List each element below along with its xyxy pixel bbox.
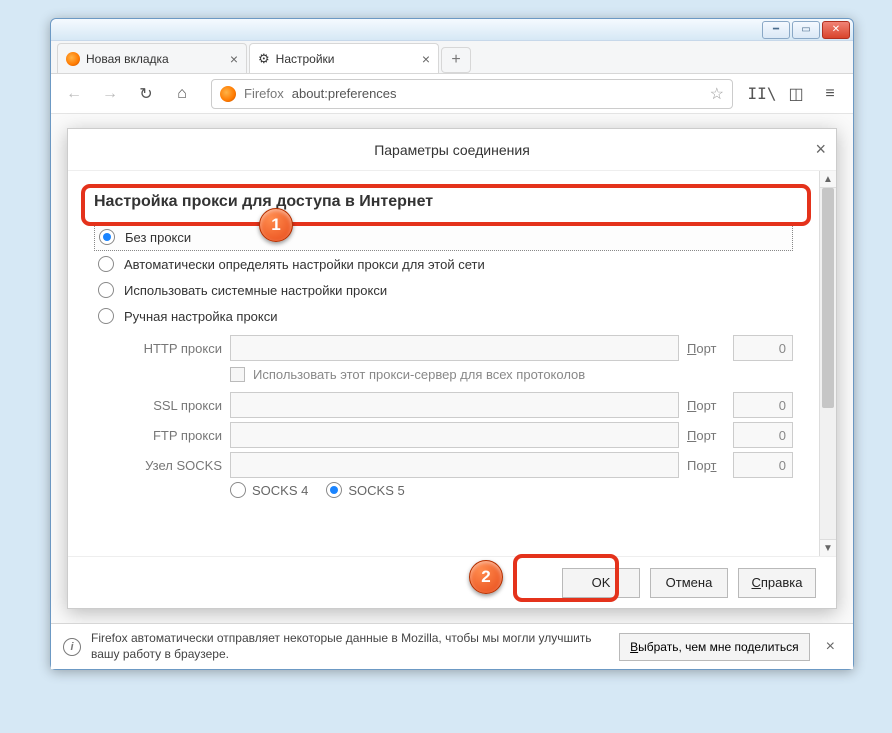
socks-proxy-input[interactable] [230, 452, 679, 478]
dialog-close-icon[interactable]: × [815, 139, 826, 160]
radio-icon[interactable] [98, 308, 114, 324]
use-for-all-row[interactable]: Использовать этот прокси-сервер для всех… [230, 367, 793, 382]
radio-socks5[interactable]: SOCKS 5 [326, 482, 404, 498]
ssl-label: SSL прокси [94, 398, 222, 413]
back-button[interactable]: ← [59, 79, 89, 109]
url-text: about:preferences [292, 86, 397, 101]
reload-button[interactable]: ↻ [131, 79, 161, 109]
radio-auto-detect[interactable]: Автоматически определять настройки прокс… [94, 251, 793, 277]
radio-system-proxy[interactable]: Использовать системные настройки прокси [94, 277, 793, 303]
dialog-header: Параметры соединения × [68, 129, 836, 171]
http-label: HTTP прокси [94, 341, 222, 356]
minimize-button[interactable]: ━ [762, 21, 790, 39]
tab-close-icon[interactable]: × [230, 51, 238, 67]
home-button[interactable]: ⌂ [167, 79, 197, 109]
checkbox-icon[interactable] [230, 367, 245, 382]
notification-text: Firefox автоматически отправляет некотор… [91, 631, 609, 662]
info-icon: i [63, 638, 81, 656]
ssl-proxy-row: SSL прокси Порт [94, 392, 793, 418]
radio-icon[interactable] [98, 282, 114, 298]
radio-label: Автоматически определять настройки прокс… [124, 257, 485, 272]
annotation-badge-1: 1 [259, 208, 293, 242]
connection-settings-dialog: Параметры соединения × Настройка прокси … [67, 128, 837, 609]
ftp-port-input[interactable] [733, 422, 793, 448]
os-titlebar: ━ ▭ ✕ [51, 19, 853, 41]
radio-label: Без прокси [125, 230, 191, 245]
browser-window: ━ ▭ ✕ Новая вкладка × Настройки × + ← → … [50, 18, 854, 670]
nav-toolbar: ← → ↻ ⌂ Firefox about:preferences ☆ II\ … [51, 74, 853, 114]
notification-choose-button[interactable]: Выбрать, чем мне поделиться [619, 633, 810, 661]
scroll-thumb[interactable] [822, 188, 834, 408]
ssl-port-input[interactable] [733, 392, 793, 418]
radio-icon[interactable] [326, 482, 342, 498]
radio-label: SOCKS 5 [348, 483, 404, 498]
port-label: Порт [687, 428, 725, 443]
ftp-proxy-input[interactable] [230, 422, 679, 448]
menu-button[interactable]: ≡ [815, 79, 845, 109]
radio-icon[interactable] [230, 482, 246, 498]
dialog-body: Настройка прокси для доступа в Интернет … [68, 171, 836, 556]
help-button[interactable]: Справка [738, 568, 816, 598]
radio-label: SOCKS 4 [252, 483, 308, 498]
http-proxy-input[interactable] [230, 335, 679, 361]
forward-button[interactable]: → [95, 79, 125, 109]
socks-port-input[interactable] [733, 452, 793, 478]
dialog-title: Параметры соединения [374, 142, 530, 158]
radio-label: Использовать системные настройки прокси [124, 283, 387, 298]
cancel-button[interactable]: Отмена [650, 568, 728, 598]
section-title: Настройка прокси для доступа в Интернет [94, 193, 793, 211]
tab-new-tab[interactable]: Новая вкладка × [57, 43, 247, 73]
port-label: Порт [687, 458, 725, 473]
dialog-scrollbar[interactable]: ▲ ▼ [819, 171, 836, 556]
scroll-down-icon[interactable]: ▼ [820, 539, 836, 556]
content-area: Параметры соединения × Настройка прокси … [51, 114, 853, 623]
socks-proxy-row: Узел SOCKS Порт [94, 452, 793, 478]
socks-version-row: SOCKS 4 SOCKS 5 [230, 482, 793, 498]
notification-bar: i Firefox автоматически отправляет некот… [51, 623, 853, 669]
dialog-scroll-area: Настройка прокси для доступа в Интернет … [68, 171, 819, 556]
radio-no-proxy[interactable]: Без прокси [94, 223, 793, 251]
ftp-label: FTP прокси [94, 428, 222, 443]
dialog-footer: OK Отмена Справка [68, 556, 836, 608]
port-label: Порт [687, 341, 725, 356]
annotation-badge-2: 2 [469, 560, 503, 594]
checkbox-label: Использовать этот прокси-сервер для всех… [253, 367, 585, 382]
window-close-button[interactable]: ✕ [822, 21, 850, 39]
gear-icon [258, 51, 270, 67]
firefox-icon [220, 86, 236, 102]
new-tab-button[interactable]: + [441, 47, 471, 73]
socks-label: Узел SOCKS [94, 458, 222, 473]
radio-socks4[interactable]: SOCKS 4 [230, 482, 308, 498]
tab-label: Настройки [276, 52, 335, 66]
ftp-proxy-row: FTP прокси Порт [94, 422, 793, 448]
notification-close-icon[interactable]: × [820, 634, 841, 660]
ssl-proxy-input[interactable] [230, 392, 679, 418]
firefox-icon [66, 52, 80, 66]
radio-icon[interactable] [99, 229, 115, 245]
radio-label: Ручная настройка прокси [124, 309, 278, 324]
address-bar[interactable]: Firefox about:preferences ☆ [211, 79, 733, 109]
proxy-form: HTTP прокси Порт Использовать этот прокс… [94, 335, 793, 498]
http-port-input[interactable] [733, 335, 793, 361]
radio-manual-proxy[interactable]: Ручная настройка прокси [94, 303, 793, 329]
tab-close-icon[interactable]: × [422, 51, 430, 67]
tab-settings[interactable]: Настройки × [249, 43, 439, 73]
url-brand: Firefox [244, 86, 284, 101]
http-proxy-row: HTTP прокси Порт [94, 335, 793, 361]
bookmark-star-icon[interactable]: ☆ [710, 84, 724, 104]
tab-strip: Новая вкладка × Настройки × + [51, 41, 853, 74]
scroll-up-icon[interactable]: ▲ [820, 171, 836, 188]
sidebar-button[interactable]: ◫ [781, 79, 811, 109]
port-label: Порт [687, 398, 725, 413]
maximize-button[interactable]: ▭ [792, 21, 820, 39]
ok-button[interactable]: OK [562, 568, 640, 598]
library-button[interactable]: II\ [747, 79, 777, 109]
radio-icon[interactable] [98, 256, 114, 272]
tab-label: Новая вкладка [86, 52, 169, 66]
